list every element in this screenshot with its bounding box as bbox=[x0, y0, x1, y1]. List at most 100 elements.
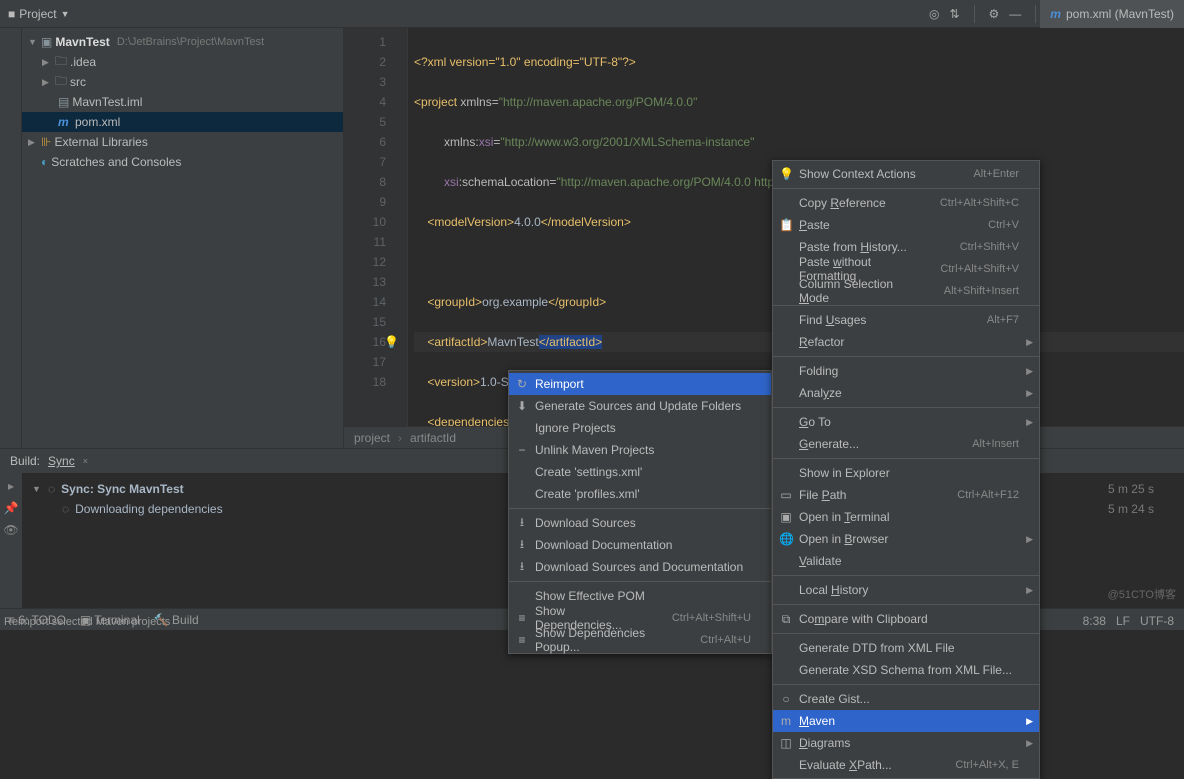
line-number: 16 bbox=[344, 332, 386, 352]
menu-label: Show Context Actions bbox=[799, 167, 916, 181]
folder-icon: 🗀 bbox=[55, 52, 67, 73]
maven-file-icon: m bbox=[1050, 7, 1061, 21]
project-label: Project bbox=[19, 7, 56, 21]
collapse-icon[interactable]: — bbox=[1009, 7, 1021, 21]
menu-item[interactable]: 🌐Open in Browser▶ bbox=[773, 528, 1039, 550]
menu-item[interactable]: ⭳Download Documentation bbox=[509, 534, 771, 556]
status-encoding[interactable]: UTF-8 bbox=[1140, 614, 1174, 628]
menu-item[interactable]: ○Create Gist... bbox=[773, 688, 1039, 710]
breadcrumb-item[interactable]: artifactId bbox=[410, 431, 456, 445]
menu-item[interactable]: Validate bbox=[773, 550, 1039, 572]
menu-item[interactable]: ⭳Download Sources and Documentation bbox=[509, 556, 771, 578]
chevron-right-icon[interactable]: ▶ bbox=[42, 57, 52, 68]
build-label: Downloading dependencies bbox=[75, 502, 222, 516]
status-line-sep[interactable]: LF bbox=[1116, 614, 1130, 628]
menu-item[interactable]: Create 'profiles.xml' bbox=[509, 483, 771, 505]
left-gutter-strip bbox=[0, 28, 22, 448]
menu-item[interactable]: ↻Reimport bbox=[509, 373, 771, 395]
project-dropdown[interactable]: ■ Project ▼ bbox=[0, 7, 78, 21]
menu-label: Generate DTD from XML File bbox=[799, 641, 955, 655]
line-number: 9 bbox=[344, 192, 386, 212]
status-hint: Reimport selected Maven projects bbox=[4, 616, 170, 628]
eye-icon[interactable]: 👁 bbox=[3, 523, 18, 537]
menu-item[interactable]: Column Selection ModeAlt+Shift+Insert bbox=[773, 280, 1039, 302]
menu-item[interactable]: ⭳Download Sources bbox=[509, 512, 771, 534]
expand-icon[interactable]: ▸ bbox=[8, 479, 14, 493]
menu-item[interactable]: Evaluate XPath...Ctrl+Alt+X, E bbox=[773, 754, 1039, 776]
menu-item[interactable]: Local History▶ bbox=[773, 579, 1039, 601]
menu-label: Compare with Clipboard bbox=[799, 612, 928, 626]
top-toolbar: ■ Project ▼ ◎ ⇅ ⚙ — m pom.xml (MavnTest) bbox=[0, 0, 1184, 28]
menu-item[interactable]: Find UsagesAlt+F7 bbox=[773, 309, 1039, 331]
menu-item[interactable]: ▭File PathCtrl+Alt+F12 bbox=[773, 484, 1039, 506]
menu-item[interactable]: Create 'settings.xml' bbox=[509, 461, 771, 483]
menu-item[interactable]: −Unlink Maven Projects bbox=[509, 439, 771, 461]
tab-pom-xml[interactable]: m pom.xml (MavnTest) bbox=[1040, 0, 1184, 28]
menu-label: Paste bbox=[799, 218, 830, 232]
menu-icon: ≡ bbox=[515, 633, 529, 647]
tree-scratches[interactable]: ▶ ◐ Scratches and Consoles bbox=[22, 152, 343, 172]
menu-item[interactable]: ⬇Generate Sources and Update Folders bbox=[509, 395, 771, 417]
tree-file-pom[interactable]: m pom.xml bbox=[22, 112, 343, 132]
menu-item[interactable]: Ignore Projects bbox=[509, 417, 771, 439]
menu-item[interactable]: Show in Explorer bbox=[773, 462, 1039, 484]
menu-item[interactable]: Refactor▶ bbox=[773, 331, 1039, 353]
tree-folder-idea[interactable]: ▶ 🗀 .idea bbox=[22, 52, 343, 72]
menu-separator bbox=[773, 356, 1039, 357]
menu-item[interactable]: mMaven▶ bbox=[773, 710, 1039, 732]
line-number: 1 bbox=[344, 32, 386, 52]
fold-column[interactable] bbox=[394, 28, 408, 426]
menu-label: Copy Reference bbox=[799, 196, 886, 210]
divider bbox=[1035, 5, 1036, 23]
line-number: 15 bbox=[344, 312, 386, 332]
build-label: Sync: Sync MavnTest bbox=[61, 482, 183, 496]
menu-label: Find Usages bbox=[799, 313, 866, 327]
line-number: 18 bbox=[344, 372, 386, 392]
line-number: 3 bbox=[344, 72, 386, 92]
menu-item[interactable]: Analyze▶ bbox=[773, 382, 1039, 404]
menu-label: Show in Explorer bbox=[799, 466, 890, 480]
menu-label: Open in Terminal bbox=[799, 510, 890, 524]
status-position[interactable]: 8:38 bbox=[1083, 614, 1106, 628]
menu-item[interactable]: ▣Open in Terminal bbox=[773, 506, 1039, 528]
tree-external-libraries[interactable]: ▶ ⊪ External Libraries bbox=[22, 132, 343, 152]
tree-label: src bbox=[70, 75, 86, 89]
menu-item[interactable]: Go To ▶ bbox=[773, 411, 1039, 433]
tree-folder-src[interactable]: ▶ 🗀 src bbox=[22, 72, 343, 92]
chevron-down-icon[interactable]: ▼ bbox=[32, 484, 42, 494]
menu-item[interactable]: 💡Show Context ActionsAlt+Enter bbox=[773, 163, 1039, 185]
bulb-icon[interactable]: 💡 bbox=[384, 332, 399, 352]
menu-icon: ▭ bbox=[779, 488, 793, 502]
tree-root[interactable]: ▼ ▣ MavnTest D:\JetBrains\Project\MavnTe… bbox=[22, 32, 343, 52]
menu-icon: ≡ bbox=[515, 611, 529, 625]
menu-item[interactable]: 📋PasteCtrl+V bbox=[773, 214, 1039, 236]
menu-item[interactable]: Generate DTD from XML File bbox=[773, 637, 1039, 659]
options-icon[interactable]: ⇅ bbox=[949, 7, 959, 21]
target-icon[interactable]: ◎ bbox=[929, 7, 939, 21]
menu-label: Go To bbox=[799, 415, 831, 429]
close-icon[interactable]: × bbox=[83, 456, 88, 466]
chevron-right-icon[interactable]: ▶ bbox=[42, 77, 52, 88]
menu-label: Download Sources and Documentation bbox=[535, 560, 743, 574]
menu-label: Column Selection Mode bbox=[799, 277, 916, 305]
tab-label: pom.xml (MavnTest) bbox=[1066, 7, 1174, 21]
chevron-right-icon[interactable]: ▶ bbox=[28, 137, 38, 148]
menu-item[interactable]: Generate...Alt+Insert bbox=[773, 433, 1039, 455]
menu-label: Reimport bbox=[535, 377, 584, 391]
menu-label: Download Documentation bbox=[535, 538, 672, 552]
breadcrumb-item[interactable]: project bbox=[354, 431, 390, 445]
menu-item[interactable]: Copy ReferenceCtrl+Alt+Shift+C bbox=[773, 192, 1039, 214]
menu-item[interactable]: Generate XSD Schema from XML File... bbox=[773, 659, 1039, 681]
pin-icon[interactable]: 📌 bbox=[4, 501, 19, 515]
menu-separator bbox=[773, 604, 1039, 605]
chevron-right-icon: ▶ bbox=[1026, 417, 1033, 428]
build-tab-sync[interactable]: Sync bbox=[48, 454, 75, 468]
chevron-down-icon[interactable]: ▼ bbox=[28, 37, 38, 47]
menu-item[interactable]: ◫Diagrams▶ bbox=[773, 732, 1039, 754]
menu-item[interactable]: Folding▶ bbox=[773, 360, 1039, 382]
tree-file-iml[interactable]: ▤ MavnTest.iml bbox=[22, 92, 343, 112]
menu-item[interactable]: ≡Show Dependencies Popup...Ctrl+Alt+U bbox=[509, 629, 771, 651]
project-tree: ▼ ▣ MavnTest D:\JetBrains\Project\MavnTe… bbox=[22, 28, 344, 448]
menu-item[interactable]: ⧉Compare with Clipboard bbox=[773, 608, 1039, 630]
gear-icon[interactable]: ⚙ bbox=[989, 7, 1000, 21]
